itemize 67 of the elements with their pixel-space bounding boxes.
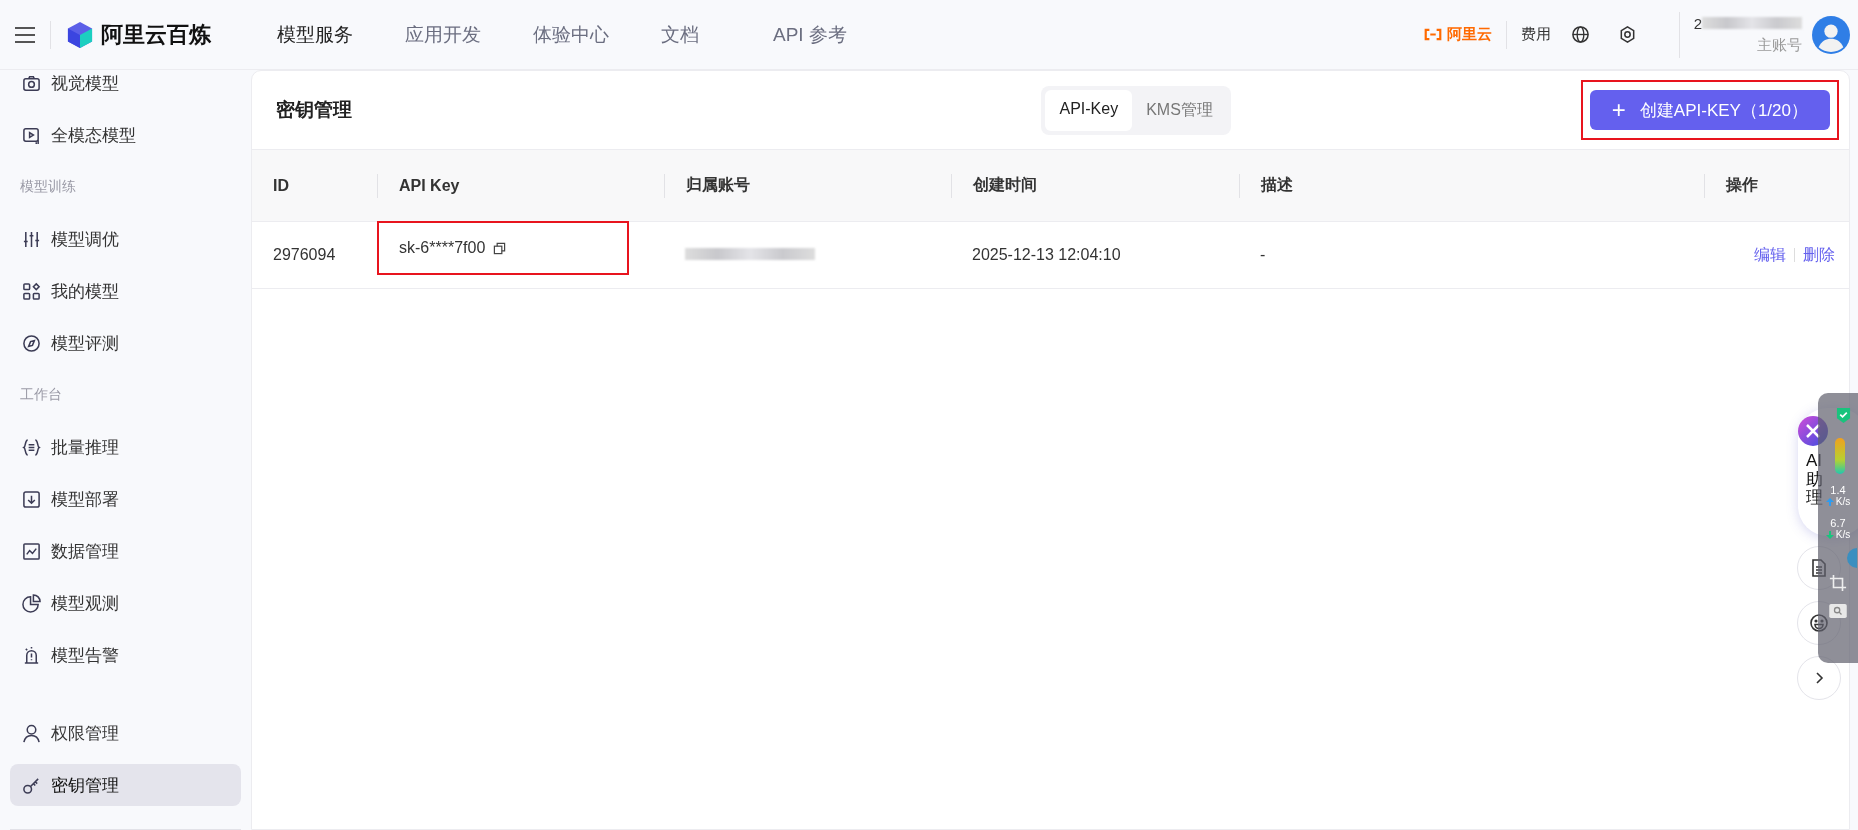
account-role: 主账号	[1757, 35, 1802, 55]
sliders-icon	[22, 229, 41, 249]
sidebar-item[interactable]: 全模态模型	[10, 114, 241, 156]
camera-icon	[22, 73, 41, 93]
sidebar-item[interactable]: 模型评测	[10, 322, 241, 364]
sidebar-item[interactable]: 密钥管理	[10, 764, 241, 806]
upload-speed: 1.4	[1830, 484, 1846, 496]
compass-icon	[22, 333, 41, 353]
user-icon	[22, 723, 41, 743]
action-link[interactable]: 编辑	[1754, 244, 1786, 266]
apps-icon	[22, 281, 41, 301]
column-header: 操作	[1704, 173, 1849, 198]
alarm-icon	[22, 645, 41, 665]
speed-unit: K/s	[1835, 496, 1851, 507]
section-heading: 工作台	[19, 385, 63, 404]
panel-title: 密钥管理	[276, 98, 353, 122]
sidebar-item[interactable]: 模型观测	[10, 582, 241, 624]
table-cell-text: 2976094	[272, 246, 337, 264]
logo-icon	[67, 19, 93, 50]
search-icon	[1829, 604, 1847, 618]
nav-tab[interactable]: 体验中心	[517, 21, 645, 48]
braces-icon	[22, 437, 41, 457]
sidebar-item[interactable]: 模型调优	[10, 218, 241, 260]
sidebar-item[interactable]: 视觉模型	[10, 62, 241, 104]
column-header: ID	[272, 175, 290, 196]
crop-icon	[1829, 574, 1847, 592]
fee-link[interactable]: 费用	[1520, 25, 1551, 44]
key-icon	[22, 775, 41, 795]
table-cell-text: -	[1259, 246, 1267, 264]
avatar[interactable]	[1812, 15, 1850, 54]
pie-icon	[22, 593, 41, 613]
column-header: 描述	[1239, 173, 1704, 198]
column-header: 归属账号	[664, 173, 951, 198]
sidebar-item[interactable]: 我的模型	[10, 270, 241, 312]
copy-icon[interactable]	[493, 241, 507, 255]
down-arrow-icon	[1825, 530, 1834, 539]
nav-tab[interactable]: 模型服务	[261, 21, 389, 48]
nav-tab[interactable]: API 参考	[757, 21, 883, 48]
nav-tab[interactable]: 应用开发	[389, 21, 517, 48]
sidebar-item[interactable]: 模型告警	[10, 634, 241, 676]
nav-tab[interactable]: 文档	[645, 21, 757, 48]
brand-name: 阿里云百炼	[101, 20, 211, 49]
menu-icon[interactable]	[14, 25, 36, 44]
action-link[interactable]: 删除	[1803, 244, 1835, 266]
sidebar-item[interactable]: 批量推理	[10, 426, 241, 468]
table-cell-text: 2025-12-13 12:04:10	[971, 246, 1122, 264]
create-key-button[interactable]: + 创建API-KEY（1/20）	[1589, 90, 1830, 130]
account-name: 2	[1693, 14, 1702, 32]
sidebar-item[interactable]: 数据管理	[10, 530, 241, 572]
tab[interactable]: API-Key	[1045, 89, 1133, 131]
globe-icon[interactable]	[1570, 25, 1590, 44]
chart-icon	[22, 541, 41, 561]
tab[interactable]: KMS管理	[1132, 89, 1227, 131]
column-header: API Key	[377, 173, 664, 198]
assistant-label[interactable]: AI助理	[1806, 452, 1826, 509]
download-speed: 6.7	[1830, 517, 1846, 529]
meter-drawing	[1835, 438, 1845, 474]
download-icon	[22, 489, 41, 509]
sidebar-item[interactable]: 模型部署	[10, 478, 241, 520]
speed-unit: K/s	[1835, 529, 1851, 540]
video-icon	[22, 125, 41, 145]
column-header: 创建时间	[951, 173, 1239, 198]
sidebar-item[interactable]: 权限管理	[10, 712, 241, 754]
shield-icon	[1835, 407, 1851, 424]
up-arrow-icon	[1825, 497, 1834, 506]
api-key-text: sk-6****7f00	[399, 239, 486, 257]
section-heading: 模型训练	[19, 177, 77, 196]
